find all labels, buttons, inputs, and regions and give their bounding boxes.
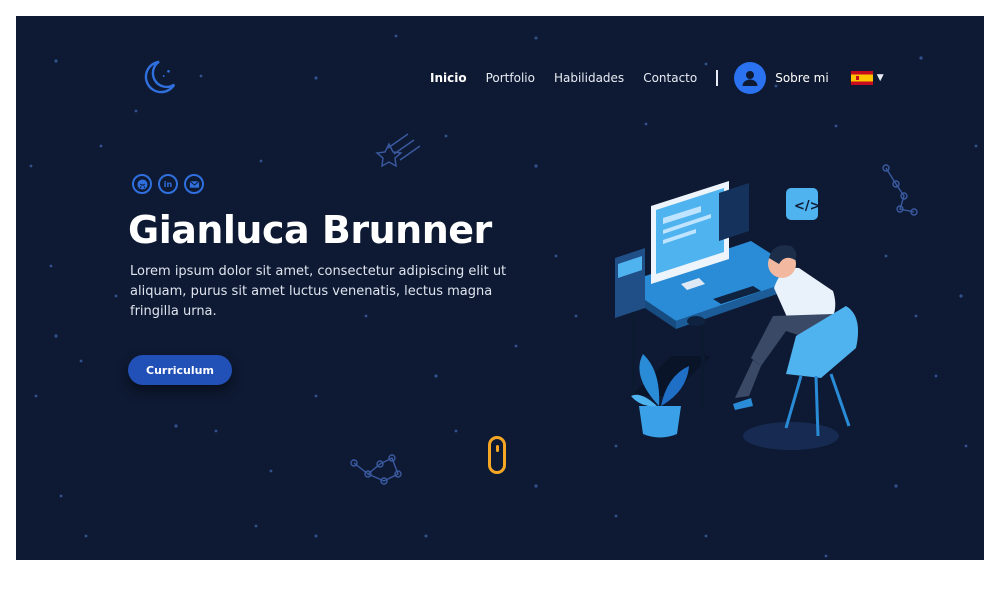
- social-links: in: [132, 174, 204, 194]
- developer-illustration: </>: [615, 181, 859, 450]
- curriculum-button[interactable]: Curriculum: [128, 355, 232, 385]
- about-link[interactable]: Sobre mi: [775, 71, 828, 85]
- scroll-mouse-icon[interactable]: [488, 436, 506, 474]
- nav-link-inicio[interactable]: Inicio: [430, 71, 467, 85]
- chevron-down-icon[interactable]: ▼: [877, 73, 884, 83]
- nav-link-portfolio[interactable]: Portfolio: [486, 71, 535, 85]
- linkedin-icon[interactable]: in: [158, 174, 178, 194]
- nav-link-contacto[interactable]: Contacto: [643, 71, 697, 85]
- moon-logo-icon[interactable]: [140, 58, 178, 96]
- svg-text:</>: </>: [794, 199, 821, 214]
- mail-icon[interactable]: [184, 174, 204, 194]
- hero-title: Gianluca Brunner: [128, 208, 492, 252]
- spain-flag-icon[interactable]: [850, 71, 873, 85]
- envelope-glyph: [189, 180, 199, 188]
- page-frame: Inicio Portfolio Habilidades Contacto So…: [16, 16, 984, 560]
- nav-divider: [716, 70, 719, 86]
- github-icon[interactable]: [132, 174, 152, 194]
- hero-description: Lorem ipsum dolor sit amet, consectetur …: [130, 264, 507, 319]
- main-nav: Inicio Portfolio Habilidades Contacto So…: [430, 62, 884, 94]
- github-glyph: [136, 178, 148, 190]
- nav-link-habilidades[interactable]: Habilidades: [554, 71, 624, 85]
- scroll-wheel: [495, 445, 499, 452]
- user-icon: [742, 71, 758, 86]
- avatar[interactable]: [734, 62, 767, 94]
